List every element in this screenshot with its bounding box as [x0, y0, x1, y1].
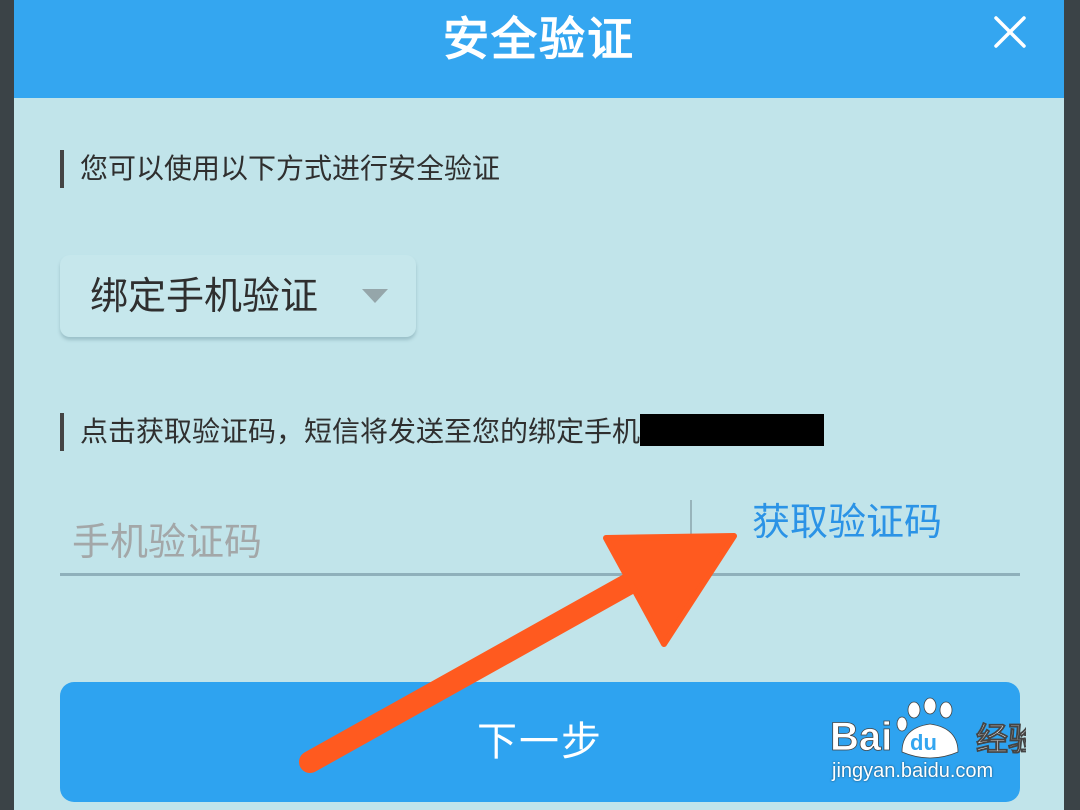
watermark-url: jingyan.baidu.com — [832, 760, 994, 782]
svg-text:经验: 经验 — [976, 720, 1026, 758]
verification-intro-label: 您可以使用以下方式进行安全验证 — [60, 150, 500, 188]
svg-text:du: du — [910, 730, 937, 755]
sms-hint-label: 点击获取验证码，短信将发送至您的绑定手机 — [60, 413, 825, 451]
dialog-title: 安全验证 — [443, 12, 635, 66]
verification-method-select[interactable]: 绑定手机验证 — [60, 255, 416, 337]
masked-phone-number — [640, 414, 825, 446]
input-underline — [60, 573, 1020, 576]
close-icon[interactable] — [992, 14, 1028, 50]
sms-hint-text: 点击获取验证码，短信将发送至您的绑定手机 — [80, 415, 641, 448]
selected-method: 绑定手机验证 — [90, 274, 319, 318]
sms-code-input[interactable] — [60, 510, 692, 574]
svg-text:Bai: Bai — [830, 715, 892, 759]
security-verification-dialog: 安全验证 您可以使用以下方式进行安全验证 绑定手机验证 点击获取验证码，短信将发… — [14, 0, 1064, 810]
get-code-button[interactable]: 获取验证码 — [752, 494, 942, 550]
input-divider — [690, 500, 692, 544]
dropdown-arrow-icon — [362, 289, 388, 303]
intro-text: 您可以使用以下方式进行安全验证 — [80, 152, 501, 185]
dialog-header: 安全验证 — [14, 0, 1064, 98]
